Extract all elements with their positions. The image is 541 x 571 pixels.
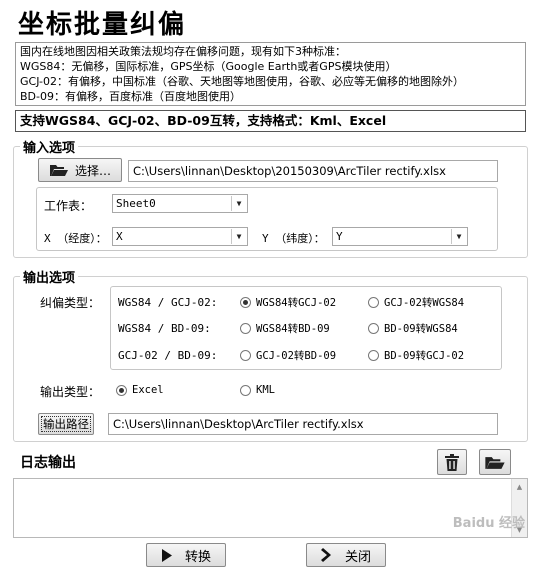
- folder-open-icon: [485, 456, 505, 469]
- radio-wgs84-to-bd09[interactable]: WGS84转BD-09: [240, 321, 330, 336]
- radio-label: Excel: [132, 384, 164, 396]
- open-log-button[interactable]: [479, 449, 511, 475]
- radio-label: GCJ-02转BD-09: [256, 350, 337, 362]
- radio-dot: [116, 384, 127, 396]
- radio-bd09-to-gcj02[interactable]: BD-09转GCJ-02: [368, 348, 464, 363]
- app-title: 坐标批量纠偏: [18, 10, 187, 40]
- sheet-select[interactable]: Sheet0 ▼: [112, 194, 248, 213]
- clear-log-button[interactable]: [437, 449, 467, 475]
- radio-label: GCJ-02转WGS84: [384, 297, 465, 309]
- y-label: Y （纬度）：: [262, 232, 325, 245]
- folder-open-icon: [49, 165, 68, 176]
- sheet-label: 工作表：: [44, 199, 93, 213]
- select-file-button[interactable]: 选择…: [38, 158, 122, 182]
- radio-bd09-to-wgs84[interactable]: BD-09转WGS84: [368, 321, 458, 336]
- trash-icon: [445, 453, 459, 471]
- notice-line: 国内在线地图因相关政策法规均存在偏移问题，现有如下3种标准：: [20, 45, 346, 58]
- convert-label: 转换: [184, 549, 211, 565]
- select-file-label: 选择…: [74, 163, 111, 178]
- output-path-button[interactable]: 输出路径: [38, 413, 94, 435]
- radio-dot: [240, 384, 251, 396]
- radio-wgs84-to-gcj02[interactable]: WGS84转GCJ-02: [240, 295, 336, 310]
- radio-dot: [240, 350, 251, 361]
- output-file-path[interactable]: C:\Users\linnan\Desktop\ArcTiler rectify…: [108, 413, 498, 435]
- play-arrow-icon: [161, 548, 172, 562]
- radio-label: WGS84转GCJ-02: [256, 297, 337, 309]
- radio-dot: [240, 323, 251, 334]
- support-banner: 支持WGS84、GCJ-02、BD-09互转，支持格式：Kml、Excel: [15, 110, 526, 132]
- radio-label: KML: [256, 384, 275, 396]
- close-label: 关闭: [344, 549, 371, 565]
- convert-button[interactable]: 转换: [146, 543, 226, 567]
- notice-line: WGS84：无偏移，国际标准，GPS坐标（Google Earth或者GPS模块…: [20, 60, 397, 73]
- output-options-title: 输出选项: [20, 267, 79, 286]
- x-label: X （经度）：: [44, 232, 107, 245]
- scroll-up-icon[interactable]: ▲: [512, 479, 527, 494]
- y-column-select[interactable]: Y ▼: [332, 227, 468, 246]
- chevron-right-icon: [320, 548, 331, 562]
- notice-line: GCJ-02：有偏移，中国标准（谷歌、天地图等地图使用，谷歌、必应等无偏移的地图…: [20, 75, 465, 88]
- notice-line: BD-09：有偏移，百度标准（百度地图使用）: [20, 90, 241, 103]
- radio-dot: [368, 323, 379, 334]
- sheet-value: Sheet0: [116, 197, 156, 210]
- standards-notice: 国内在线地图因相关政策法规均存在偏移问题，现有如下3种标准： WGS84：无偏移…: [15, 42, 526, 106]
- pair-label: GCJ-02 / BD-09:: [118, 349, 218, 362]
- x-column-select[interactable]: X ▼: [112, 227, 248, 246]
- radio-label: BD-09转GCJ-02: [384, 350, 465, 362]
- output-type-label: 输出类型：: [40, 385, 101, 399]
- radio-gcj02-to-wgs84[interactable]: GCJ-02转WGS84: [368, 295, 464, 310]
- radio-dot: [240, 297, 251, 308]
- x-value: X: [116, 230, 123, 243]
- watermark: Baidu 经验: [452, 516, 525, 531]
- radio-dot: [368, 297, 379, 308]
- log-textarea[interactable]: ▲ ▼: [13, 478, 528, 538]
- close-button[interactable]: 关闭: [306, 543, 386, 567]
- input-options-title: 输入选项: [20, 137, 79, 156]
- y-value: Y: [336, 230, 343, 243]
- radio-gcj02-to-bd09[interactable]: GCJ-02转BD-09: [240, 348, 336, 363]
- rectify-type-label: 纠偏类型：: [40, 296, 101, 310]
- chevron-down-icon: ▼: [231, 229, 246, 244]
- pair-label: WGS84 / BD-09:: [118, 322, 211, 335]
- pair-label: WGS84 / GCJ-02:: [118, 296, 218, 309]
- input-file-path[interactable]: C:\Users\linnan\Desktop\20150309\ArcTile…: [128, 160, 498, 182]
- radio-dot: [368, 350, 379, 361]
- radio-output-excel[interactable]: Excel: [116, 384, 164, 396]
- radio-label: BD-09转WGS84: [384, 323, 458, 335]
- radio-output-kml[interactable]: KML: [240, 384, 275, 396]
- chevron-down-icon: ▼: [231, 196, 246, 211]
- chevron-down-icon: ▼: [451, 229, 466, 244]
- radio-label: WGS84转BD-09: [256, 323, 330, 335]
- log-output-title: 日志输出: [20, 452, 76, 472]
